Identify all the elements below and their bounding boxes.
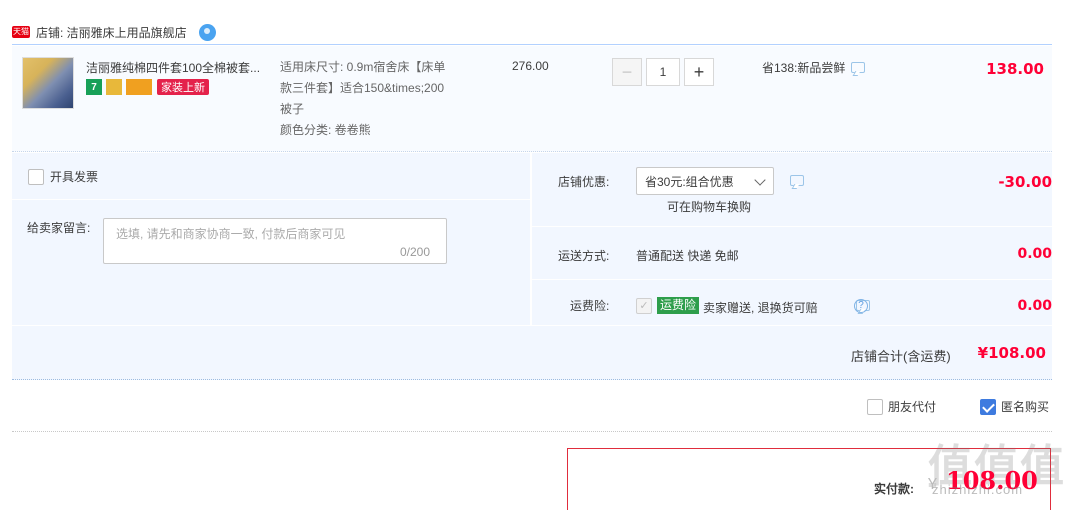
- seven-day-return-icon[interactable]: 7: [86, 79, 102, 95]
- shop-subtotal-value: ¥108.00: [977, 344, 1046, 362]
- watermark-text: zhizhizhi.com: [932, 482, 1024, 497]
- shop-subtotal-label: 店铺合计(含运费): [851, 349, 951, 364]
- shipping-fee: 0.00: [1017, 246, 1052, 262]
- divider: [532, 226, 1052, 227]
- prop-line: 颜色分类: 卷卷熊: [280, 123, 371, 137]
- message-icon[interactable]: [851, 62, 866, 73]
- shop-discount-label: 店铺优惠:: [558, 175, 610, 189]
- prop-line: 适用床尺寸: 0.9m宿舍床【床单: [280, 60, 446, 74]
- header-divider: [12, 44, 1052, 45]
- memo-label: 给卖家留言:: [27, 221, 91, 235]
- shipping-method: 普通配送 快递 免邮: [636, 249, 739, 263]
- insurance-checkbox: ✓: [636, 298, 652, 314]
- friend-pay-checkbox[interactable]: [867, 398, 883, 415]
- quantity-decrease-button[interactable]: −: [612, 58, 642, 86]
- friend-pay-label: 朋友代付: [888, 400, 937, 414]
- message-char-count: 0/200: [400, 245, 431, 259]
- anonymous-buy-option: 匿名购买: [980, 398, 1049, 415]
- insurance-badge: 运费险: [657, 297, 700, 314]
- promotion-text: 省138:新品尝鲜: [762, 61, 846, 75]
- shipping-label: 运送方式:: [558, 249, 610, 263]
- insurance-fee: 0.00: [1017, 298, 1052, 314]
- shop-discount-selected: 省30元:组合优惠: [645, 174, 734, 189]
- tmall-icon: 天猫: [12, 26, 30, 38]
- invoice-checkbox[interactable]: [28, 168, 44, 185]
- item-subtotal: 138.00: [986, 60, 1044, 78]
- quantity-input[interactable]: 1: [646, 58, 680, 86]
- prop-line: 款三件套】适合150&times;200: [280, 81, 445, 95]
- seller-message-placeholder: 选填, 请先和商家协商一致, 付款后商家可见: [116, 227, 346, 241]
- shop-name-link[interactable]: 店铺: 洁丽雅床上用品旗舰店: [36, 24, 187, 41]
- credit-card-icon[interactable]: [126, 79, 152, 95]
- new-arrival-badge[interactable]: 家装上新: [157, 79, 209, 95]
- quantity-increase-button[interactable]: +: [684, 58, 714, 86]
- item-promotion: 省138:新品尝鲜: [762, 59, 866, 76]
- message-icon[interactable]: [790, 175, 804, 186]
- anonymous-checkbox[interactable]: [980, 398, 996, 415]
- shop-header: 天猫 店铺: 洁丽雅床上用品旗舰店: [12, 22, 216, 42]
- payment-label: 实付款:: [874, 482, 914, 496]
- wangwang-chat-icon[interactable]: [198, 23, 216, 41]
- product-title-link[interactable]: 洁丽雅纯棉四件套100全棉被套...: [86, 59, 276, 76]
- insurance-label: 运费险:: [570, 299, 610, 313]
- shop-discount-value: -30.00: [998, 173, 1052, 191]
- prop-line: 被子: [280, 102, 305, 116]
- quantity-stepper: − 1 +: [612, 58, 714, 86]
- divider: [12, 199, 530, 200]
- insurance-description: 卖家赠送, 退换货可赔: [703, 301, 818, 315]
- divider: [532, 279, 1052, 280]
- divider: [12, 431, 1052, 432]
- product-thumbnail[interactable]: [22, 57, 74, 109]
- cart-exchange-link[interactable]: 可在购物车换购: [667, 198, 751, 215]
- invoice-label: 开具发票: [50, 170, 99, 184]
- service-badge-icon[interactable]: [106, 79, 122, 95]
- friend-pay-option: 朋友代付: [867, 398, 936, 415]
- anonymous-label: 匿名购买: [1001, 400, 1050, 414]
- product-properties: 适用床尺寸: 0.9m宿舍床【床单 款三件套】适合150&times;200 被…: [280, 57, 480, 141]
- shop-discount-select[interactable]: 省30元:组合优惠: [636, 167, 774, 195]
- divider: [530, 153, 532, 325]
- help-icon[interactable]: ?: [854, 299, 868, 313]
- invoice-option: 开具发票: [28, 168, 98, 185]
- chevron-down-icon: [754, 174, 766, 186]
- unit-price: 276.00: [512, 59, 549, 73]
